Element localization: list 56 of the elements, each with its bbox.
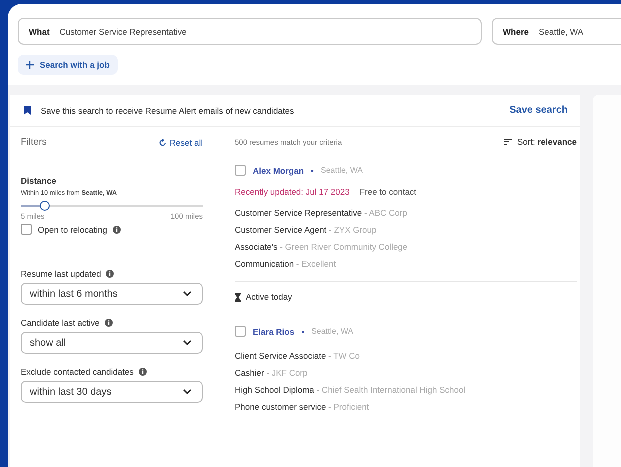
field-label: Where [503, 26, 529, 36]
info-icon [113, 226, 122, 234]
dropdown[interactable]: within last 30 days [21, 381, 203, 403]
reset-all-link[interactable]: Reset all [158, 138, 203, 148]
filter-label: Exclude contacted candidates [21, 367, 134, 377]
resume-line: Cashier - JKF Corp [235, 367, 309, 380]
chevron-down-icon [183, 389, 192, 395]
dropdown[interactable]: show all [21, 332, 203, 354]
reset-icon [158, 138, 167, 146]
bullet-separator: • [302, 326, 305, 336]
dropdown-value: show all [30, 338, 66, 348]
info-icon [104, 319, 113, 327]
info-icon [138, 368, 147, 376]
field-value: Customer Service Representative [60, 26, 187, 36]
hourglass-icon [235, 292, 241, 302]
chevron-down-icon [183, 291, 192, 297]
info-icon [106, 270, 114, 278]
dropdown[interactable]: within last 6 months [21, 283, 203, 305]
dropdown-value: within last 6 months [30, 288, 118, 300]
updated-date: Recently updated: Jul 17 2023 [235, 187, 350, 197]
resume-line: Phone customer service - Proficient [235, 401, 370, 414]
plus-icon [26, 61, 34, 69]
checkbox[interactable] [235, 326, 246, 337]
filters-title: Filters [21, 137, 47, 148]
candidate-name-link[interactable]: Alex Morgan [253, 166, 304, 176]
banner-text: Save this search to receive Resume Alert emails of new candidates [41, 106, 296, 116]
checkbox[interactable] [235, 165, 246, 176]
resume-line: Client Service Associate - TW Co [235, 350, 362, 363]
slider-thumb[interactable] [40, 201, 50, 211]
sort-button[interactable]: Sort: relevance [504, 137, 577, 147]
contact-status: Free to contact [360, 187, 417, 197]
resume-line: Associate's - Green River Community College [235, 241, 409, 254]
field-value: Seattle, WA [538, 26, 584, 36]
distance-label: Distance [21, 176, 58, 186]
resume-line: Communication - Excellent [235, 258, 338, 271]
filter-label: Resume last updated [21, 269, 102, 279]
candidate-name-link[interactable]: Elara Rios [253, 326, 295, 336]
checkbox-label: Open to relocating [38, 224, 108, 234]
candidate-location: Seattle, WA [321, 166, 363, 175]
chevron-down-icon [183, 340, 192, 346]
dropdown-value: within last 30 days [30, 386, 112, 398]
field-label: What [29, 26, 50, 36]
resume-line: Customer Service Representative - ABC Corp [235, 207, 408, 220]
filter-label: Candidate last active [21, 318, 100, 328]
save-search-button[interactable]: Save search [510, 103, 568, 118]
candidate-location: Seattle, WA [312, 327, 354, 336]
bookmark-icon [24, 106, 31, 115]
resume-line: Customer Service Agent - ZYX Group [235, 224, 378, 237]
search-with-job-button[interactable]: Search with a job [18, 55, 118, 75]
sort-icon [504, 139, 512, 145]
checkbox[interactable] [21, 224, 32, 235]
resume-line: High School Diploma - Chief Sealth International High School [235, 384, 467, 397]
search-field[interactable]: What Customer Service Representative [18, 18, 482, 45]
activity-status: Active today [246, 292, 292, 302]
bullet-separator: • [311, 166, 314, 176]
location-field[interactable]: Where Seattle, WA [492, 18, 621, 45]
